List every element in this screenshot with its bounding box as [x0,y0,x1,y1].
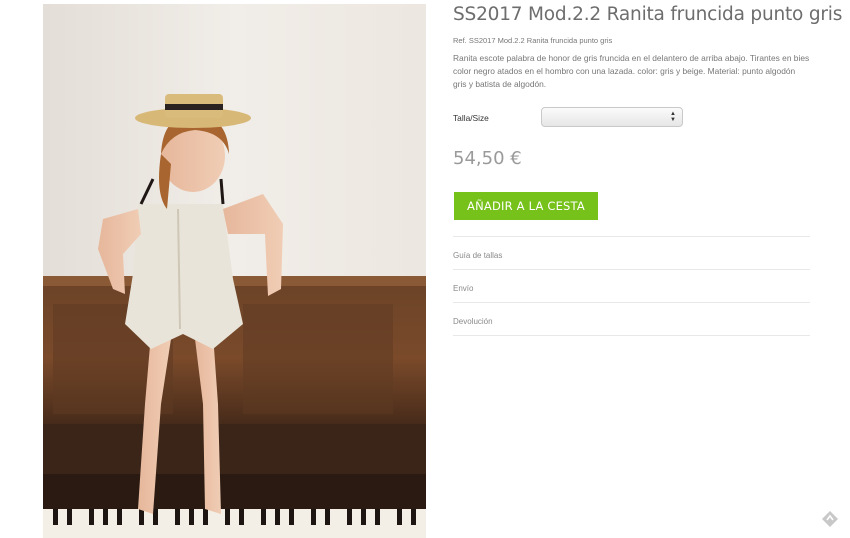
size-label: Talla/Size [453,113,489,123]
accordion-item-label: Devolución [453,317,493,326]
product-accordion: Guía de tallas Envío Devolución [453,236,810,336]
product-image[interactable] [43,4,426,538]
product-photo [43,4,426,538]
accordion-item-shipping[interactable]: Envío [453,270,810,303]
product-price: 54,50 € [453,148,522,169]
add-to-cart-button[interactable]: AÑADIR A LA CESTA [454,192,598,220]
product-reference: Ref. SS2017 Mod.2.2 Ranita fruncida punt… [453,36,613,45]
accordion-item-size-guide[interactable]: Guía de tallas [453,237,810,270]
product-title: SS2017 Mod.2.2 Ranita fruncida punto gri… [453,4,843,25]
size-select[interactable]: ▲ ▼ [541,107,683,127]
back-to-top-icon[interactable] [821,510,839,528]
accordion-item-returns[interactable]: Devolución [453,303,810,336]
select-arrows-icon: ▲ ▼ [670,111,676,123]
accordion-item-label: Envío [453,284,474,293]
product-description: Ranita escote palabra de honor de gris f… [453,53,810,89]
accordion-item-label: Guía de tallas [453,251,503,260]
